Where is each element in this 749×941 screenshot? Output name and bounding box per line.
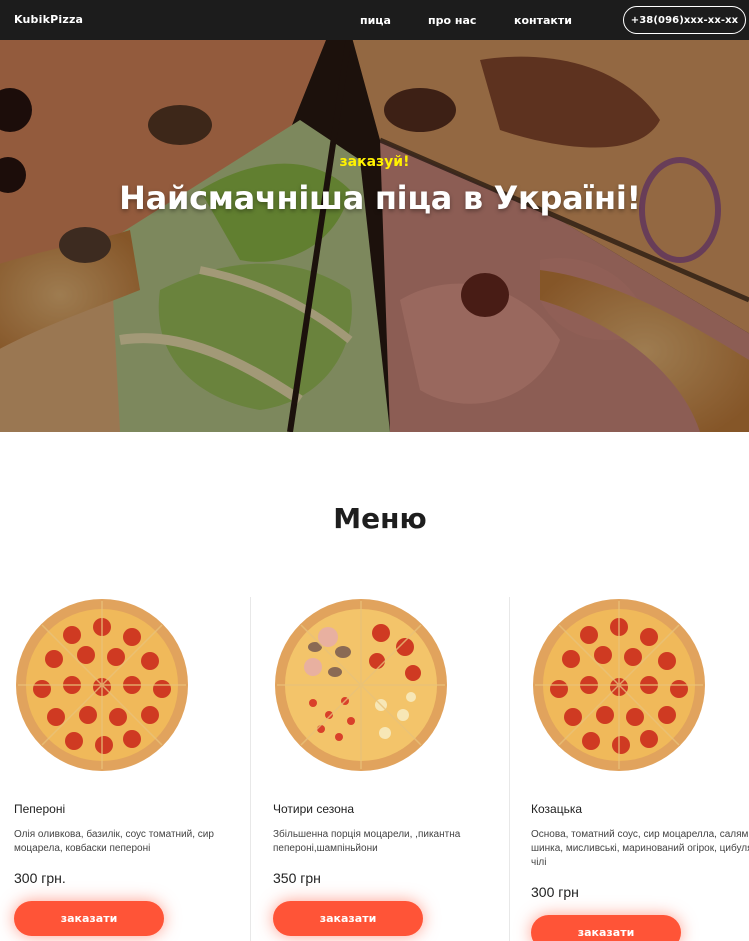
- phone-button[interactable]: +38(096)xxx-xx-xx: [623, 6, 746, 34]
- pizza-price: 300 грн: [531, 884, 579, 900]
- pizza-description: Олія оливкова, базилік, соус томатний, с…: [14, 829, 214, 854]
- menu-card-four-seasons: Чотири сезона Збільшенна порція моцарели…: [273, 597, 513, 941]
- nav-link-pizza[interactable]: пица: [360, 14, 391, 27]
- hero-dark-overlay: [0, 40, 749, 432]
- pizza-four-seasons-image: [275, 599, 447, 771]
- pizza-description: Збільшенна порція моцарели, ,пикантна пе…: [273, 829, 461, 854]
- hero-banner: заказуй! Найсмачніша піца в Україні!: [0, 40, 749, 432]
- order-button[interactable]: заказати: [273, 901, 423, 936]
- order-button[interactable]: заказати: [14, 901, 164, 936]
- pizza-price: 300 грн.: [14, 870, 66, 886]
- nav-link-about[interactable]: про нас: [428, 14, 476, 27]
- order-button[interactable]: заказати: [531, 915, 681, 941]
- nav-link-contacts[interactable]: контакти: [514, 14, 572, 27]
- pizza-pepperoni-image: [16, 599, 188, 771]
- pizza-name: Чотири сезона: [273, 802, 355, 816]
- hero-tagline: заказуй!: [339, 154, 410, 170]
- menu-card-kozatska: Козацька Основа, томатний соус, сир моца…: [531, 597, 749, 941]
- pizza-price: 350 грн: [273, 870, 321, 886]
- pizza-description: Основа, томатний соус, сир моцарелла, са…: [531, 829, 749, 868]
- menu-section-title: Меню: [333, 502, 427, 535]
- pizza-name: Козацька: [531, 802, 583, 816]
- pizza-name: Пепероні: [14, 802, 66, 816]
- top-navigation-bar: KubikPizza пица про нас контакти +38(096…: [0, 0, 749, 40]
- hero-title: Найсмачніша піца в Україні!: [119, 179, 641, 217]
- pizza-kozatska-image: [533, 599, 705, 771]
- menu-card-pepperoni: Пепероні Олія оливкова, базилік, соус то…: [14, 597, 254, 941]
- site-logo[interactable]: KubikPizza: [14, 13, 83, 26]
